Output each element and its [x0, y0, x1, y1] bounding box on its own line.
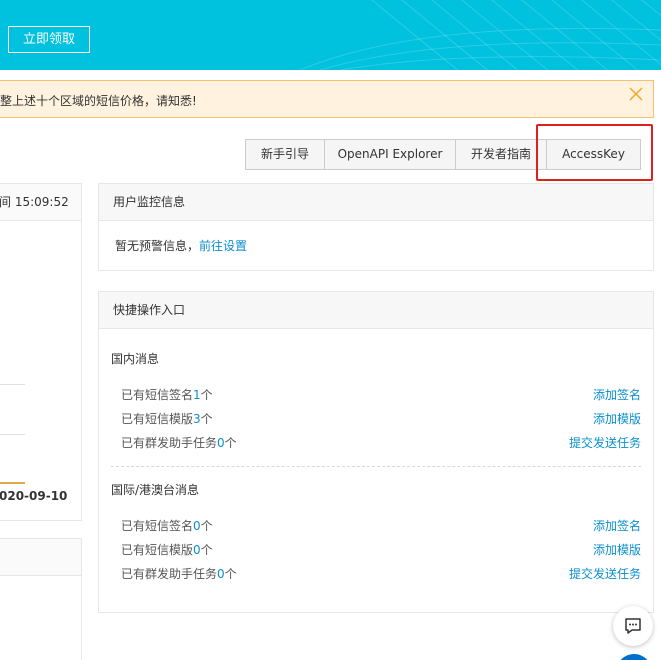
list-item: 已有短信签名1个 添加签名: [121, 386, 641, 404]
claim-now-button[interactable]: 立即领取: [8, 26, 90, 53]
accesskey-highlight-box: [536, 124, 653, 181]
progress-bar: [0, 482, 25, 484]
row-label: 已有短信签名0个: [121, 519, 213, 533]
add-signature-link[interactable]: 添加签名: [593, 517, 641, 534]
openapi-explorer-button[interactable]: OpenAPI Explorer: [325, 139, 456, 170]
card-header: [0, 539, 81, 576]
banner-wave-decoration: [299, 0, 661, 70]
overview-card: 间 15:09:52 020-09-10: [0, 183, 82, 521]
quick-actions-card: 快捷操作入口 国内消息 已有短信签名1个 添加签名 已有短信模版3个 添加模版 …: [98, 291, 654, 613]
monitor-body: 暂无预警信息，前往设置: [99, 221, 653, 254]
submit-send-task-link[interactable]: 提交发送任务: [569, 565, 641, 582]
list-item: 已有短信签名0个 添加签名: [121, 517, 641, 535]
list-item: 已有群发助手任务0个 提交发送任务: [121, 434, 641, 452]
close-icon[interactable]: [627, 87, 645, 105]
notice-bar: 整上述十个区域的短信价格，请知悉!: [0, 80, 654, 118]
add-template-link[interactable]: 添加模版: [593, 541, 641, 558]
divider: [0, 434, 25, 435]
chat-icon: [625, 618, 641, 634]
row-label: 已有短信模版0个: [121, 543, 213, 557]
go-setup-link[interactable]: 前往设置: [199, 239, 247, 253]
beginner-guide-button[interactable]: 新手引导: [245, 139, 325, 170]
secondary-card: [0, 538, 82, 660]
notice-text: 整上述十个区域的短信价格，请知悉!: [0, 94, 197, 108]
list-item: 已有群发助手任务0个 提交发送任务: [121, 565, 641, 583]
card-title: 用户监控信息: [99, 184, 653, 221]
section-divider: [111, 466, 641, 467]
update-time: 间 15:09:52: [0, 184, 81, 221]
user-monitor-card: 用户监控信息 暂无预警信息，前往设置: [98, 183, 654, 271]
row-label: 已有群发助手任务0个: [121, 436, 237, 450]
date-label: 020-09-10: [0, 489, 68, 503]
international-section-title: 国际/港澳台消息: [111, 483, 200, 497]
row-label: 已有短信模版3个: [121, 412, 213, 426]
assistant-button[interactable]: [616, 654, 652, 660]
row-label: 已有群发助手任务0个: [121, 567, 237, 581]
row-label: 已有短信签名1个: [121, 388, 213, 402]
promo-banner: 立即领取: [0, 0, 661, 70]
list-item: 已有短信模版3个 添加模版: [121, 410, 641, 428]
console-page: 立即领取 整上述十个区域的短信价格，请知悉! 新手引导 OpenAPI Expl…: [0, 0, 661, 660]
developer-guide-button[interactable]: 开发者指南: [456, 139, 547, 170]
chat-button[interactable]: [613, 606, 653, 646]
add-template-link[interactable]: 添加模版: [593, 410, 641, 427]
domestic-section-title: 国内消息: [111, 352, 160, 366]
add-signature-link[interactable]: 添加签名: [593, 386, 641, 403]
submit-send-task-link[interactable]: 提交发送任务: [569, 434, 641, 451]
divider: [0, 384, 25, 385]
empty-alert-text: 暂无预警信息，: [115, 239, 200, 253]
list-item: 已有短信模版0个 添加模版: [121, 541, 641, 559]
card-title: 快捷操作入口: [99, 292, 653, 329]
